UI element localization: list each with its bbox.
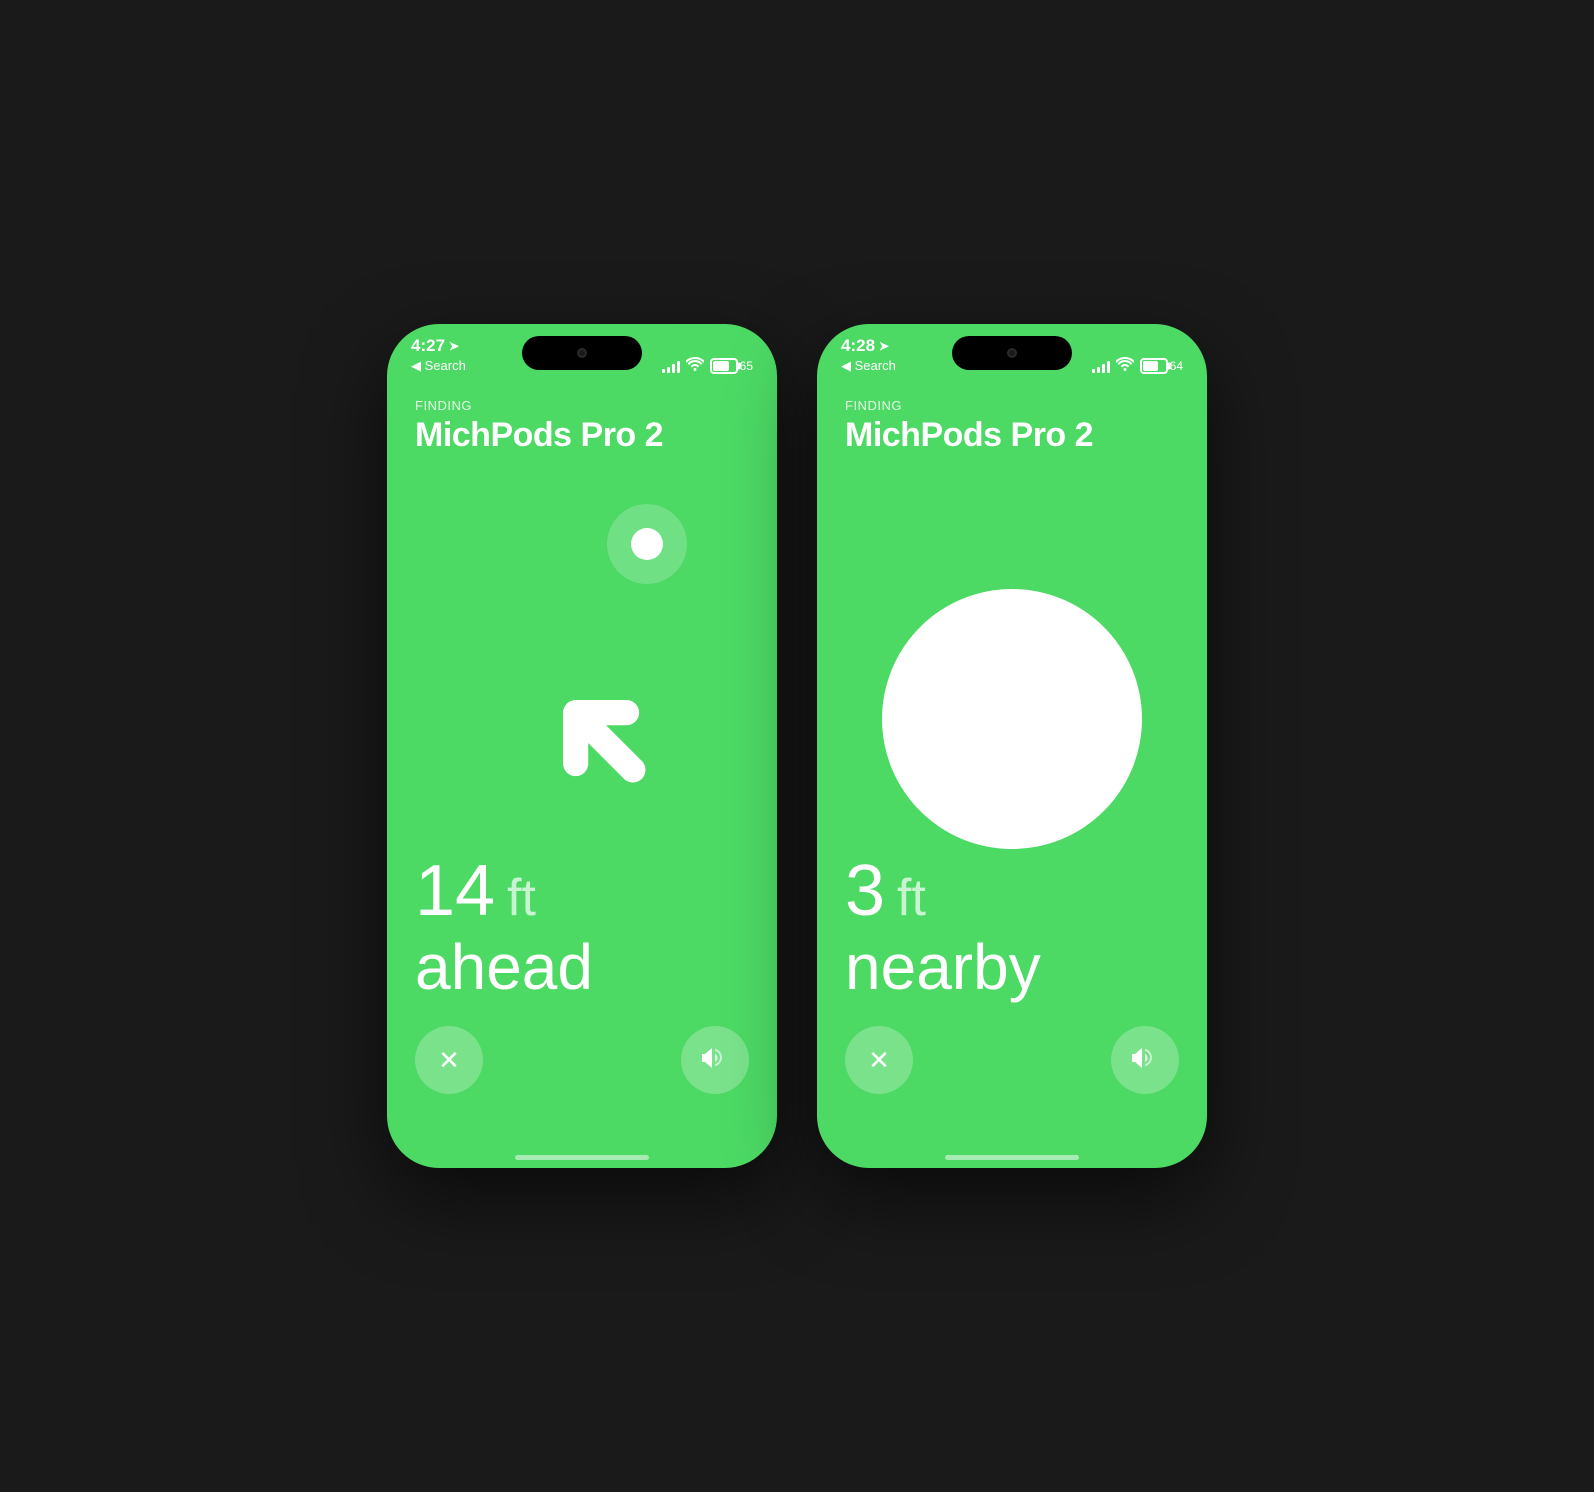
bar4-2 <box>1107 361 1110 373</box>
time-2: 4:28 ➤ <box>841 336 889 356</box>
bar1 <box>662 369 665 373</box>
time-1: 4:27 ➤ <box>411 336 459 356</box>
signal-bars-1 <box>662 359 680 373</box>
close-icon-2: ✕ <box>868 1045 890 1076</box>
battery-2: 64 <box>1140 358 1183 374</box>
back-button-1[interactable]: ◀ Search <box>411 358 466 374</box>
speaker-icon-1 <box>702 1045 728 1076</box>
status-right-2: 64 <box>1092 357 1183 374</box>
wifi-icon-1 <box>686 357 704 374</box>
camera-dot-1 <box>577 348 587 358</box>
back-button-2[interactable]: ◀ Search <box>841 358 896 374</box>
direction-arrow-1 <box>492 629 672 809</box>
device-name-1: MichPods Pro 2 <box>415 417 749 454</box>
arrow-container-1 <box>387 464 777 974</box>
home-indicator-1 <box>387 1134 777 1168</box>
speaker-icon-2 <box>1132 1045 1158 1076</box>
main-content-2: 3 ft nearby ✕ <box>817 464 1207 1134</box>
bar2-2 <box>1097 367 1100 373</box>
location-arrow-1: ➤ <box>449 339 459 353</box>
bar3 <box>672 364 675 373</box>
close-button-2[interactable]: ✕ <box>845 1026 913 1094</box>
header-1: FINDING MichPods Pro 2 <box>387 382 777 464</box>
battery-box-2 <box>1140 358 1168 374</box>
status-left-2: 4:28 ➤ ◀ Search <box>841 336 896 374</box>
signal-bars-2 <box>1092 359 1110 373</box>
phone-1: 4:27 ➤ ◀ Search <box>387 324 777 1168</box>
device-name-2: MichPods Pro 2 <box>845 417 1179 454</box>
proximity-circle-2 <box>882 589 1142 849</box>
sound-button-1[interactable] <box>681 1026 749 1094</box>
battery-1: 65 <box>710 358 753 374</box>
phone-2: 4:28 ➤ ◀ Search <box>817 324 1207 1168</box>
bottom-buttons-1: ✕ <box>415 1026 749 1094</box>
status-left-1: 4:27 ➤ ◀ Search <box>411 336 466 374</box>
dynamic-island-2 <box>952 336 1072 370</box>
wifi-icon-2 <box>1116 357 1134 374</box>
bar2 <box>667 367 670 373</box>
close-icon-1: ✕ <box>438 1045 460 1076</box>
close-button-1[interactable]: ✕ <box>415 1026 483 1094</box>
finding-label-1: FINDING <box>415 398 749 413</box>
home-bar-2 <box>945 1155 1079 1160</box>
camera-dot-2 <box>1007 348 1017 358</box>
location-arrow-2: ➤ <box>879 339 889 353</box>
status-right-1: 65 <box>662 357 753 374</box>
dynamic-island-1 <box>522 336 642 370</box>
finding-label-2: FINDING <box>845 398 1179 413</box>
sound-button-2[interactable] <box>1111 1026 1179 1094</box>
large-circle-container-2 <box>817 464 1207 974</box>
battery-fill-1 <box>713 361 730 371</box>
phones-container: 4:27 ➤ ◀ Search <box>387 324 1207 1168</box>
battery-box-1 <box>710 358 738 374</box>
header-2: FINDING MichPods Pro 2 <box>817 382 1207 464</box>
bar4 <box>677 361 680 373</box>
bar3-2 <box>1102 364 1105 373</box>
bar1-2 <box>1092 369 1095 373</box>
bottom-buttons-2: ✕ <box>845 1026 1179 1094</box>
main-content-1: 14 ft ahead ✕ <box>387 464 777 1134</box>
battery-fill-2 <box>1143 361 1159 371</box>
home-bar-1 <box>515 1155 649 1160</box>
home-indicator-2 <box>817 1134 1207 1168</box>
